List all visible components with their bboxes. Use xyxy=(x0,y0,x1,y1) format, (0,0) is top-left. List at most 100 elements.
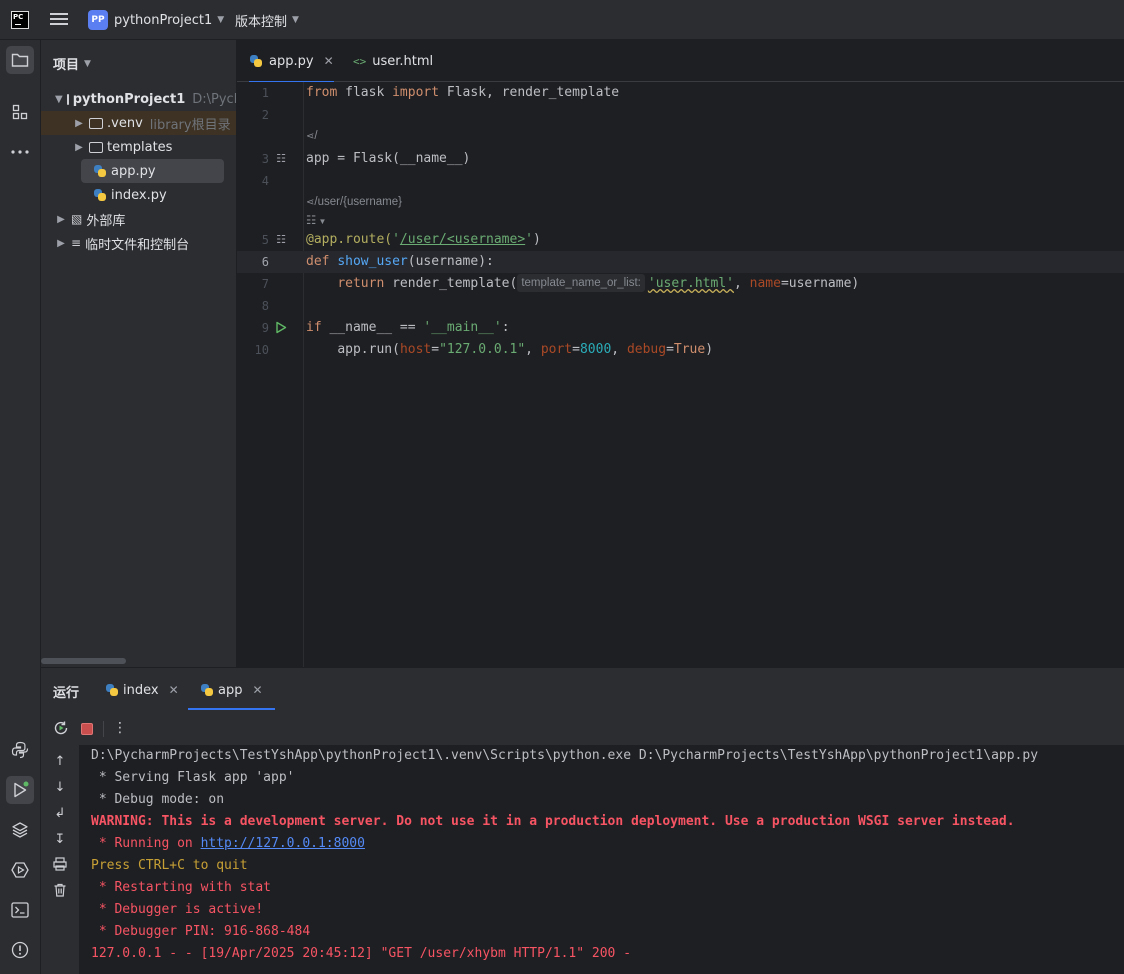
library-icon: ▧ xyxy=(71,212,83,226)
chevron-right-icon[interactable]: ▶ xyxy=(73,142,85,153)
line-number: 2 xyxy=(261,108,269,122)
server-url-link[interactable]: http://127.0.0.1:8000 xyxy=(201,836,365,851)
code-token: show_user xyxy=(337,254,408,269)
vcs-menu[interactable]: 版本控制 ▼ xyxy=(235,10,299,30)
tree-item-pythonproject1[interactable]: ▼ pythonProject1 D:\Pych xyxy=(41,87,237,111)
code-line: 2 xyxy=(237,104,1124,126)
pycharm-logo[interactable]: PC xyxy=(11,11,29,29)
arrow-down-icon[interactable]: ↓ xyxy=(51,779,69,797)
console-line: * Debug mode: on xyxy=(91,792,225,807)
code-token: , xyxy=(525,342,541,357)
tree-item-label: 临时文件和控制台 xyxy=(85,237,190,253)
close-icon[interactable]: ✕ xyxy=(169,683,179,697)
code-line: 3 ☷ app = Flask(__name__) xyxy=(237,148,1124,170)
terminal-icon[interactable] xyxy=(6,896,34,924)
tree-item-templates[interactable]: ▶ templates xyxy=(41,135,236,159)
services-icon[interactable] xyxy=(6,856,34,884)
tree-item-label: pythonProject1 xyxy=(72,91,186,107)
project-panel-header[interactable]: 项目 ▼ xyxy=(53,54,91,73)
tree-item-app-py[interactable]: app.py xyxy=(81,159,224,183)
tab-app-py[interactable]: app.py ✕ xyxy=(249,40,334,83)
tree-item-index-py[interactable]: index.py xyxy=(41,183,236,207)
chevron-right-icon[interactable]: ▶ xyxy=(55,238,67,249)
structure-icon[interactable] xyxy=(6,98,34,126)
endpoint-icon[interactable]: ☷ xyxy=(274,152,288,166)
code-token: if xyxy=(306,320,322,335)
tree-item-label: app.py xyxy=(111,163,156,179)
console-line: D:\PycharmProjects\TestYshApp\pythonProj… xyxy=(91,748,1039,763)
code-token: render_template( xyxy=(384,276,518,291)
close-icon[interactable]: ✕ xyxy=(252,683,262,697)
run-tab-index[interactable]: index ✕ xyxy=(105,680,179,700)
horizontal-scrollbar[interactable] xyxy=(41,658,126,664)
endpoint-icon[interactable]: ☷ xyxy=(274,233,288,247)
code-editor[interactable]: 1 from flask import Flask, render_templa… xyxy=(237,82,1124,667)
project-switcher[interactable]: PP pythonProject1 ▼ xyxy=(88,10,224,30)
tree-item-external-libraries[interactable]: ▶ ▧ 外部库 xyxy=(41,207,236,231)
run-tab-label: app xyxy=(218,682,243,698)
stop-icon[interactable] xyxy=(81,723,93,735)
python-file-icon xyxy=(200,683,214,697)
chevron-down-icon[interactable]: ▼ xyxy=(55,94,63,105)
folder-icon[interactable] xyxy=(6,46,34,74)
tree-item-hint: library根目录 xyxy=(149,117,231,133)
project-panel: 项目 ▼ ▼ pythonProject1 D:\Pych ▶ .venv li… xyxy=(41,40,237,667)
toolbar-divider xyxy=(103,721,104,737)
trash-icon[interactable] xyxy=(51,883,69,901)
code-token: = xyxy=(431,342,440,357)
code-token: from xyxy=(306,85,338,100)
python-file-icon xyxy=(93,164,107,178)
run-tab-app[interactable]: app ✕ xyxy=(188,680,275,710)
code-token: (username): xyxy=(407,254,494,269)
code-line: 9 if __name__ == '__main__': xyxy=(237,317,1124,339)
run-icon[interactable] xyxy=(6,776,34,804)
more-icon[interactable] xyxy=(6,138,34,166)
console-output[interactable]: D:\PycharmProjects\TestYshApp\pythonProj… xyxy=(79,745,1124,974)
code-token: 8000 xyxy=(579,342,612,357)
line-number: 10 xyxy=(254,343,269,357)
folder-icon xyxy=(89,117,103,129)
code-token: flask xyxy=(337,85,393,100)
problems-icon[interactable] xyxy=(6,936,34,964)
console-line: * Debugger PIN: 916-868-484 xyxy=(91,924,311,939)
main-menu-icon[interactable] xyxy=(50,11,68,29)
vcs-label: 版本控制 xyxy=(235,14,288,30)
route-inlay-hint[interactable]: ⋖/user/{username} xyxy=(306,196,402,208)
python-console-icon[interactable] xyxy=(6,736,34,764)
code-token: def xyxy=(306,254,330,269)
tab-label: app.py xyxy=(269,53,314,69)
code-token: = xyxy=(666,342,674,357)
chevron-right-icon[interactable]: ▶ xyxy=(55,214,67,225)
scroll-to-end-icon[interactable]: ↧ xyxy=(51,831,69,849)
tab-user-html[interactable]: <> user.html xyxy=(353,40,433,82)
code-token: import xyxy=(392,85,440,100)
tree-item-scratches[interactable]: ▶ ≡ 临时文件和控制台 xyxy=(41,231,236,255)
layers-icon[interactable] xyxy=(6,816,34,844)
route-inlay-hint[interactable]: ⋖/ xyxy=(306,130,318,142)
print-icon[interactable] xyxy=(51,857,69,875)
code-token: host xyxy=(399,342,432,357)
console-text: * Running on xyxy=(91,836,201,851)
chevron-right-icon[interactable]: ▶ xyxy=(73,118,85,129)
project-badge: PP xyxy=(88,10,108,30)
code-token: "127.0.0.1" xyxy=(439,342,526,357)
code-token: ' xyxy=(525,232,533,247)
run-gutter-icon[interactable] xyxy=(274,321,288,335)
tree-item-hint: D:\Pych xyxy=(192,91,237,107)
endpoint-dropdown[interactable]: ☷ ▼ xyxy=(306,213,326,227)
chevron-down-icon: ▼ xyxy=(292,15,299,25)
route-hint-text: / xyxy=(314,130,318,142)
console-line: 127.0.0.1 - - [19/Apr/2025 20:45:12] "GE… xyxy=(91,946,632,961)
tree-item-venv[interactable]: ▶ .venv library根目录 xyxy=(41,111,236,135)
code-token: return xyxy=(337,276,385,291)
console-warning-line: WARNING: This is a development server. D… xyxy=(91,814,1015,829)
soft-wrap-icon[interactable]: ↲ xyxy=(51,805,69,823)
more-icon[interactable]: ⋮ xyxy=(113,718,127,738)
console-side-toolbar: ↑ ↓ ↲ ↧ xyxy=(41,745,79,974)
rerun-icon[interactable] xyxy=(52,719,70,737)
close-icon[interactable]: ✕ xyxy=(324,54,334,68)
tab-label: user.html xyxy=(372,53,434,69)
code-token: debug xyxy=(626,342,667,357)
route-url[interactable]: /user/<username> xyxy=(400,232,525,247)
arrow-up-icon[interactable]: ↑ xyxy=(51,753,69,771)
